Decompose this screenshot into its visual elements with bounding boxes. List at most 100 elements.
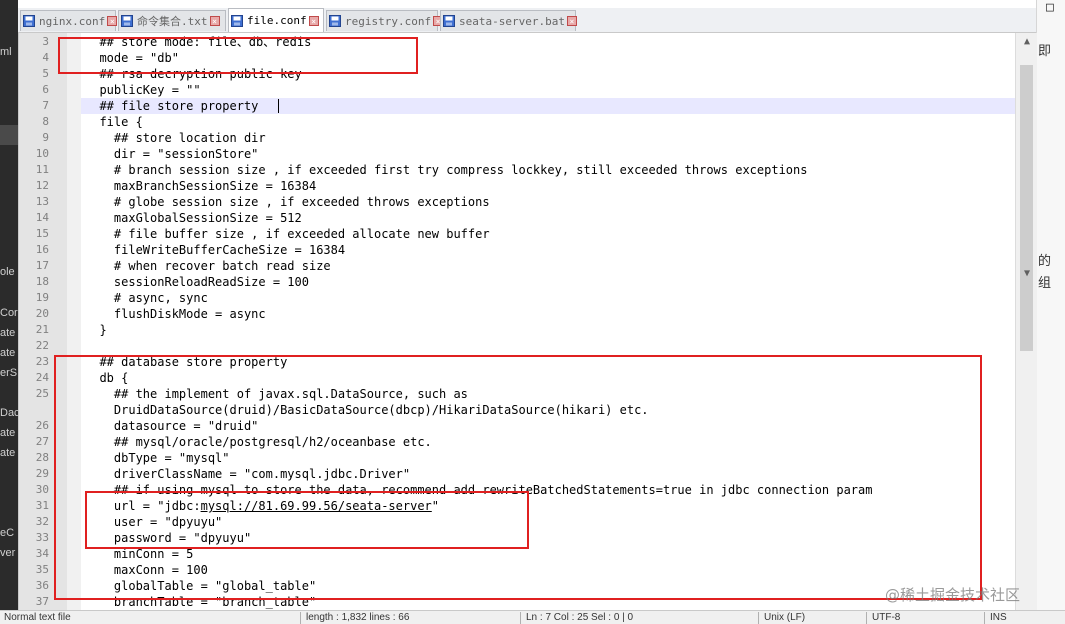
code-text[interactable]: maxGlobalSessionSize = 512: [85, 210, 302, 226]
code-text[interactable]: mode = "db": [85, 50, 178, 66]
code-line[interactable]: 12 maxBranchSessionSize = 16384: [19, 178, 1015, 194]
code-line[interactable]: 8 file {: [19, 114, 1015, 130]
code-text[interactable]: branchTable = "branch_table": [85, 594, 316, 610]
line-number: 15: [35, 227, 49, 240]
code-line[interactable]: 9 ## store location dir: [19, 130, 1015, 146]
code-text[interactable]: globalTable = "global_table": [85, 578, 316, 594]
code-text[interactable]: # branch session size , if exceeded firs…: [85, 162, 808, 178]
code-text[interactable]: publicKey = "": [85, 82, 200, 98]
code-line[interactable]: 26 datasource = "druid": [19, 418, 1015, 434]
code-text[interactable]: }: [85, 322, 106, 338]
code-text[interactable]: # file buffer size , if exceeded allocat…: [85, 226, 490, 242]
code-line[interactable]: 31 url = "jdbc:mysql://81.69.99.56/seata…: [19, 498, 1015, 514]
box-icon: □: [1046, 0, 1054, 15]
code-line[interactable]: 36 globalTable = "global_table": [19, 578, 1015, 594]
background-text: 的: [1038, 253, 1052, 268]
close-icon[interactable]: ×: [107, 16, 118, 26]
code-line[interactable]: 35 maxConn = 100: [19, 562, 1015, 578]
status-bar: Normal text file length : 1,832 lines : …: [0, 610, 1065, 624]
code-text[interactable]: ## rsa decryption public key: [85, 66, 301, 82]
code-text[interactable]: db {: [85, 370, 128, 386]
code-line[interactable]: 18 sessionReloadReadSize = 100: [19, 274, 1015, 290]
status-eol[interactable]: Unix (LF): [764, 611, 864, 624]
close-icon[interactable]: ×: [209, 16, 220, 26]
code-line[interactable]: 33 password = "dpyuyu": [19, 530, 1015, 546]
scrollbar-thumb[interactable]: [1020, 65, 1033, 351]
code-text[interactable]: ## database store property: [85, 354, 287, 370]
background-text: ate: [0, 447, 16, 459]
tab-file-conf[interactable]: file.conf ×: [228, 8, 324, 32]
code-line[interactable]: DruidDataSource(druid)/BasicDataSource(d…: [19, 402, 1015, 418]
status-encoding[interactable]: UTF-8: [872, 611, 982, 624]
code-text[interactable]: sessionReloadReadSize = 100: [85, 274, 309, 290]
tab-seata-server-bat[interactable]: seata-server.bat ×: [440, 10, 577, 31]
code-line[interactable]: 16 fileWriteBufferCacheSize = 16384: [19, 242, 1015, 258]
line-number: 35: [35, 563, 49, 576]
code-line[interactable]: 6 publicKey = "": [19, 82, 1015, 98]
code-line[interactable]: 14 maxGlobalSessionSize = 512: [19, 210, 1015, 226]
line-number: 28: [35, 451, 49, 464]
close-icon[interactable]: ×: [566, 16, 577, 26]
code-line[interactable]: 3 ## store mode: file、db、redis: [19, 34, 1015, 50]
code-text[interactable]: # async, sync: [85, 290, 208, 306]
code-text[interactable]: ## store location dir: [85, 130, 266, 146]
line-number: 24: [35, 371, 49, 384]
code-text[interactable]: flushDiskMode = async: [85, 306, 266, 322]
code-line[interactable]: 30 ## if using mysql to store the data, …: [19, 482, 1015, 498]
code-text[interactable]: fileWriteBufferCacheSize = 16384: [85, 242, 345, 258]
code-text[interactable]: maxBranchSessionSize = 16384: [85, 178, 316, 194]
line-number: 26: [35, 419, 49, 432]
code-line[interactable]: 22: [19, 338, 1015, 354]
code-line[interactable]: 27 ## mysql/oracle/postgresql/h2/oceanba…: [19, 434, 1015, 450]
code-line[interactable]: 32 user = "dpyuyu": [19, 514, 1015, 530]
code-text[interactable]: user = "dpyuyu": [85, 514, 222, 530]
code-line[interactable]: 25 ## the implement of javax.sql.DataSou…: [19, 386, 1015, 402]
code-line[interactable]: 10 dir = "sessionStore": [19, 146, 1015, 162]
code-text[interactable]: password = "dpyuyu": [85, 530, 251, 546]
status-insert-mode: INS: [990, 612, 1007, 623]
code-text[interactable]: # when recover batch read size: [85, 258, 331, 274]
code-line[interactable]: 20 flushDiskMode = async: [19, 306, 1015, 322]
code-line[interactable]: 28 dbType = "mysql": [19, 450, 1015, 466]
code-line[interactable]: 4 mode = "db": [19, 50, 1015, 66]
code-line[interactable]: 24 db {: [19, 370, 1015, 386]
tab-nginx-conf[interactable]: nginx.conf ×: [20, 10, 118, 31]
code-text[interactable]: ## mysql/oracle/postgresql/h2/oceanbase …: [85, 434, 432, 450]
vertical-scrollbar[interactable]: ▲ ▼: [1015, 33, 1037, 610]
code-text[interactable]: dbType = "mysql": [85, 450, 230, 466]
code-line[interactable]: 17 # when recover batch read size: [19, 258, 1015, 274]
code-line[interactable]: 29 driverClassName = "com.mysql.jdbc.Dri…: [19, 466, 1015, 482]
hyperlink-text[interactable]: mysql://81.69.99.56/seata-server: [201, 499, 432, 513]
code-text[interactable]: minConn = 5: [85, 546, 193, 562]
code-text[interactable]: ## file store property: [85, 98, 258, 114]
code-text[interactable]: url = "jdbc:mysql://81.69.99.56/seata-se…: [85, 498, 439, 514]
code-text[interactable]: driverClassName = "com.mysql.jdbc.Driver…: [85, 466, 410, 482]
tab-label: file.conf: [247, 14, 307, 27]
scroll-down-arrow-icon[interactable]: ▼: [1016, 265, 1037, 283]
scroll-up-arrow-icon[interactable]: ▲: [1016, 33, 1037, 51]
code-editor[interactable]: 3 ## store mode: file、db、redis 4 mode = "…: [18, 33, 1037, 610]
close-icon[interactable]: ×: [308, 15, 319, 26]
code-line[interactable]: 13 # globe session size , if exceeded th…: [19, 194, 1015, 210]
code-line[interactable]: 11 # branch session size , if exceeded f…: [19, 162, 1015, 178]
code-text[interactable]: ## store mode: file、db、redis: [85, 34, 311, 50]
tab-registry-conf[interactable]: registry.conf ×: [326, 10, 444, 31]
code-text[interactable]: datasource = "druid": [85, 418, 259, 434]
code-text[interactable]: file {: [85, 114, 142, 130]
code-text[interactable]: # globe session size , if exceeded throw…: [85, 194, 490, 210]
code-line[interactable]: 7 ## file store property: [19, 98, 1015, 114]
code-line[interactable]: 37 branchTable = "branch_table": [19, 594, 1015, 610]
code-text[interactable]: ## the implement of javax.sql.DataSource…: [85, 386, 468, 402]
code-text[interactable]: ## if using mysql to store the data, rec…: [85, 482, 873, 498]
code-line[interactable]: 15 # file buffer size , if exceeded allo…: [19, 226, 1015, 242]
code-text[interactable]: dir = "sessionStore": [85, 146, 259, 162]
code-line[interactable]: 5 ## rsa decryption public key: [19, 66, 1015, 82]
code-line[interactable]: 21 }: [19, 322, 1015, 338]
code-text[interactable]: maxConn = 100: [85, 562, 208, 578]
tab-command-collection-txt[interactable]: 命令集合.txt ×: [118, 10, 226, 31]
code-text[interactable]: DruidDataSource(druid)/BasicDataSource(d…: [85, 402, 649, 418]
line-number: 32: [35, 515, 49, 528]
code-line[interactable]: 34 minConn = 5: [19, 546, 1015, 562]
code-line[interactable]: 19 # async, sync: [19, 290, 1015, 306]
code-line[interactable]: 23 ## database store property: [19, 354, 1015, 370]
